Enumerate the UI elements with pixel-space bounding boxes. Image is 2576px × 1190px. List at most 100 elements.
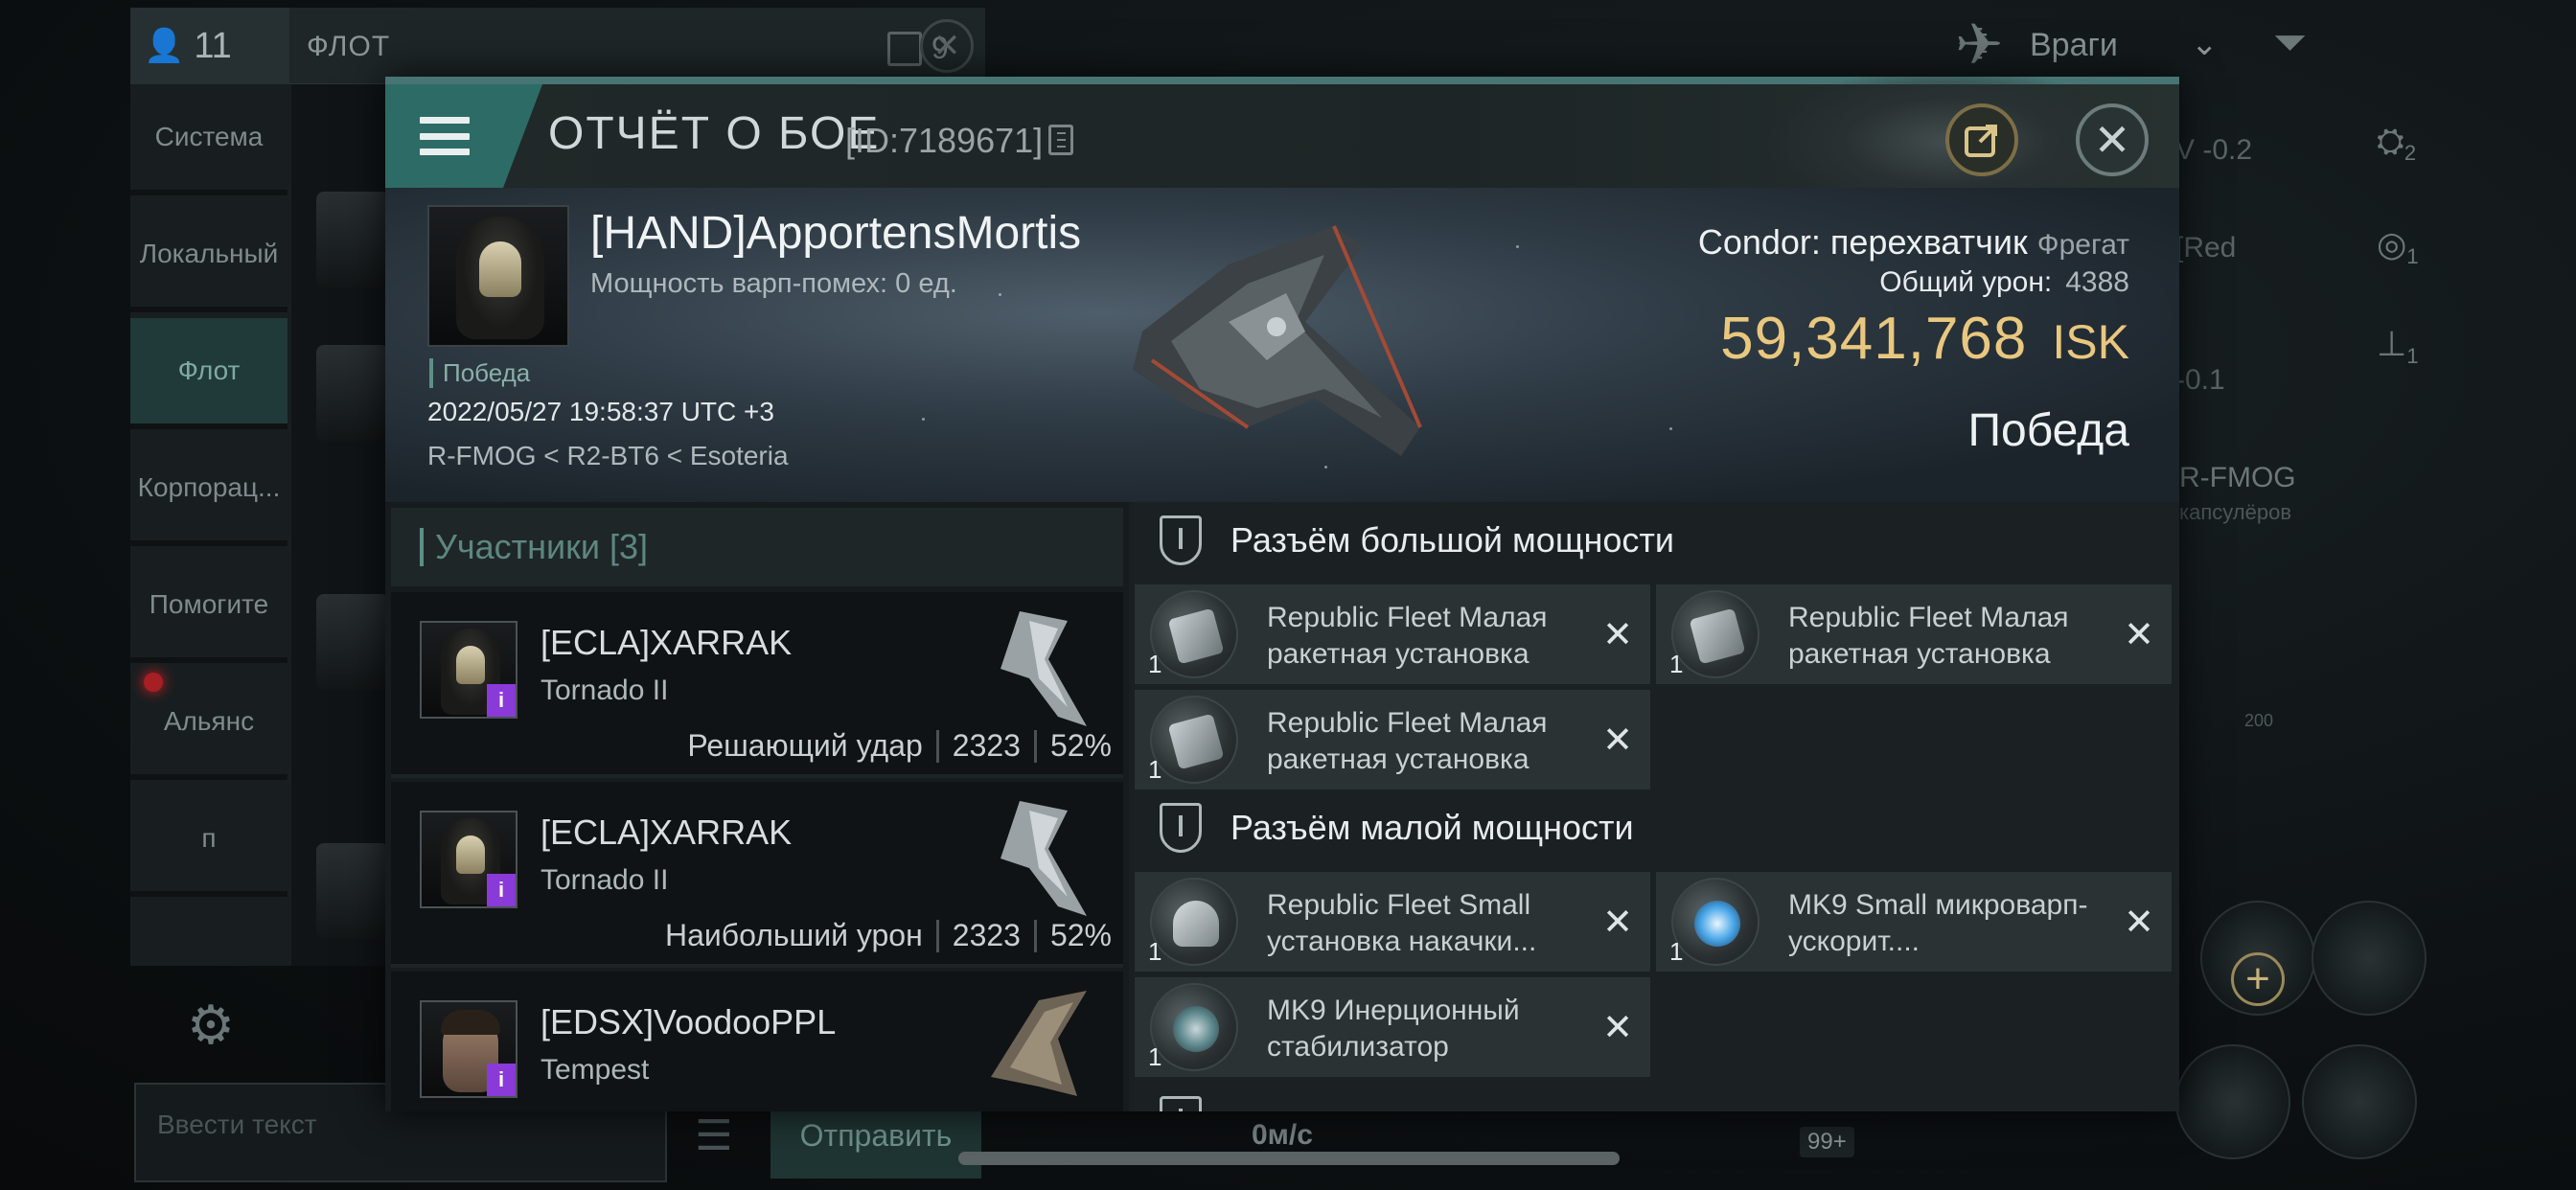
avatar	[316, 594, 389, 690]
destroyed-icon: ✕	[1602, 615, 1633, 655]
module-name: Republic Fleet Small установка накачки..…	[1267, 889, 1537, 957]
gear-icon[interactable]: ⚙	[172, 987, 249, 1064]
tab-fleet[interactable]: Флот	[130, 318, 288, 429]
participant-ship: Tempest	[540, 1054, 650, 1086]
participants-header: Участники [3]	[391, 508, 1123, 586]
victory-tag: Победа	[429, 358, 530, 388]
close-button[interactable]: ✕	[2076, 103, 2149, 176]
share-icon	[1965, 125, 1997, 157]
speed-readout: 0м/с	[1252, 1119, 1313, 1151]
module-qty: 1	[1669, 937, 1684, 966]
drone-icon[interactable]: ◎1	[2377, 224, 2419, 269]
menu-button[interactable]	[385, 84, 542, 188]
avatar: i	[420, 1000, 518, 1098]
damage-value: 4388	[2065, 266, 2129, 298]
module-name: MK9 Small микроварп-ускорит....	[1788, 889, 2088, 957]
avatar	[316, 843, 389, 939]
menu-icon	[420, 117, 470, 155]
ship-icon: ✈	[1955, 12, 2004, 77]
overview-row[interactable]: -0.1	[2175, 364, 2225, 397]
tab-corp[interactable]: Корпорац...	[130, 435, 288, 546]
avatar: i	[420, 811, 518, 908]
pilot-name[interactable]: [HAND]ApportensMortis	[590, 207, 1081, 260]
module-qty: 1	[1148, 650, 1162, 678]
kill-location[interactable]: R-FMOG < R2-BT6 < Esoteria	[427, 441, 789, 471]
avatar: i	[420, 621, 518, 719]
result-label: Победа	[1967, 405, 2130, 456]
participant-name: [ECLA]XARRAK	[540, 623, 793, 662]
module-item[interactable]: 1 Republic Fleet Small установка накачки…	[1135, 872, 1650, 972]
notification-dot	[144, 673, 163, 692]
module-qty: 1	[1669, 650, 1684, 678]
role-label: Наибольший урон	[665, 918, 923, 952]
home-indicator	[958, 1152, 1620, 1165]
chevron-down-icon[interactable]: ⌄	[2191, 25, 2219, 63]
low-slot-header: Разъём малой мощности	[1135, 790, 2179, 866]
add-icon[interactable]: +	[2231, 952, 2285, 1006]
module-item[interactable]: 1 MK9 Инерционный стабилизатор ✕	[1135, 977, 1650, 1077]
member-count[interactable]: 👤 11	[130, 8, 289, 84]
avatar	[316, 192, 389, 287]
enemies-filter[interactable]: Враги	[2030, 27, 2118, 64]
high-slot-label: Разъём большой мощности	[1230, 520, 1674, 560]
module-item[interactable]: 1 Republic Fleet Малая ракетная установк…	[1656, 584, 2172, 684]
kill-datetime: 2022/05/27 19:58:37 UTC +3	[427, 397, 774, 426]
icon-count: 2	[2404, 141, 2417, 166]
tab-local[interactable]: Локальный	[130, 201, 288, 312]
destroyed-icon: ✕	[2124, 903, 2154, 943]
kill-summary: [HAND]ApportensMortis Мощность варп-поме…	[385, 188, 2179, 502]
module-name: Republic Fleet Малая ракетная установка	[1267, 707, 1548, 775]
participant-row[interactable]: i [ECLA]XARRAK Tornado II Решающий удар …	[391, 592, 1123, 778]
overview-row[interactable]: V -0.2	[2175, 134, 2252, 167]
alliance-badge: i	[487, 874, 516, 906]
isk-amount: 59,341,768	[1720, 306, 2028, 372]
badge: 99+	[1800, 1127, 1854, 1157]
pilot-portrait[interactable]	[427, 205, 569, 347]
share-button[interactable]	[1945, 103, 2018, 176]
user-icon: 👤	[144, 28, 185, 64]
module-slot[interactable]	[2302, 1044, 2417, 1159]
total-damage: Общий урон: 4388	[1879, 266, 2129, 299]
module-slot[interactable]	[2312, 901, 2426, 1016]
ship-type: Condor: перехватчик	[1697, 222, 2028, 262]
tab-help[interactable]: Помогите	[130, 552, 288, 663]
participant-row[interactable]: i [ECLA]XARRAK Tornado II Наибольший уро…	[391, 782, 1123, 968]
damage-label: Общий урон:	[1879, 266, 2053, 298]
module-item[interactable]: 1 Republic Fleet Малая ракетная установк…	[1135, 690, 1650, 790]
ship-name[interactable]: Condor: перехватчик Фрегат	[1698, 222, 2129, 263]
module-item[interactable]: 1 Republic Fleet Малая ракетная установк…	[1135, 584, 1650, 684]
shield-booster-icon	[1150, 878, 1238, 966]
overview-row[interactable]: [Red	[2175, 232, 2236, 264]
isk-currency: ISK	[2052, 315, 2129, 369]
microwarp-icon	[1671, 878, 1760, 966]
module-item[interactable]: 1 MK9 Small микроварп-ускорит.... ✕	[1656, 872, 2172, 972]
ship-class: Фрегат	[2036, 229, 2129, 261]
launcher-icon	[1671, 590, 1760, 678]
filter-icon[interactable]: ⏷	[2273, 19, 2307, 67]
copy-icon[interactable]	[1048, 125, 1073, 155]
tab-system[interactable]: Система	[130, 84, 288, 195]
module-slot[interactable]	[2175, 1044, 2290, 1159]
warp-strength: Мощность варп-помех: 0 ед.	[590, 268, 957, 299]
ship-image	[1133, 225, 1422, 456]
ship-image	[991, 991, 1087, 1096]
damage-percent: 52%	[1049, 918, 1112, 952]
tab-p[interactable]: п	[130, 786, 288, 897]
participant-name: [ECLA]XARRAK	[540, 812, 793, 852]
structure-icon[interactable]: ⊥1	[2377, 324, 2419, 369]
damage-value: 2323	[952, 918, 1021, 952]
chat-close-button[interactable]: ✕	[908, 8, 985, 84]
combat-report-modal: ОТЧЁТ О БОЕ [ID:7189671] ✕ [HAND]Apporte…	[385, 77, 2179, 1111]
system-sub: капсулёров	[2179, 500, 2292, 524]
close-icon: ✕	[2093, 115, 2131, 165]
ship-image	[1000, 801, 1087, 916]
high-slot-header: Разъём большой мощности	[1135, 502, 2179, 579]
chat-header: 👤 11 ФЛОТ 9 ✕	[130, 8, 985, 84]
participant-name: [EDSX]VoodooPPL	[540, 1002, 837, 1041]
target-icon[interactable]: ⛭2	[2377, 121, 2416, 166]
launcher-icon	[1150, 590, 1238, 678]
participant-row[interactable]: i [EDSX]VoodooPPL Tempest	[391, 972, 1123, 1111]
next-slot-header	[1135, 1083, 2179, 1111]
destroyed-icon: ✕	[2124, 615, 2154, 655]
high-slot-icon	[1160, 515, 1202, 565]
